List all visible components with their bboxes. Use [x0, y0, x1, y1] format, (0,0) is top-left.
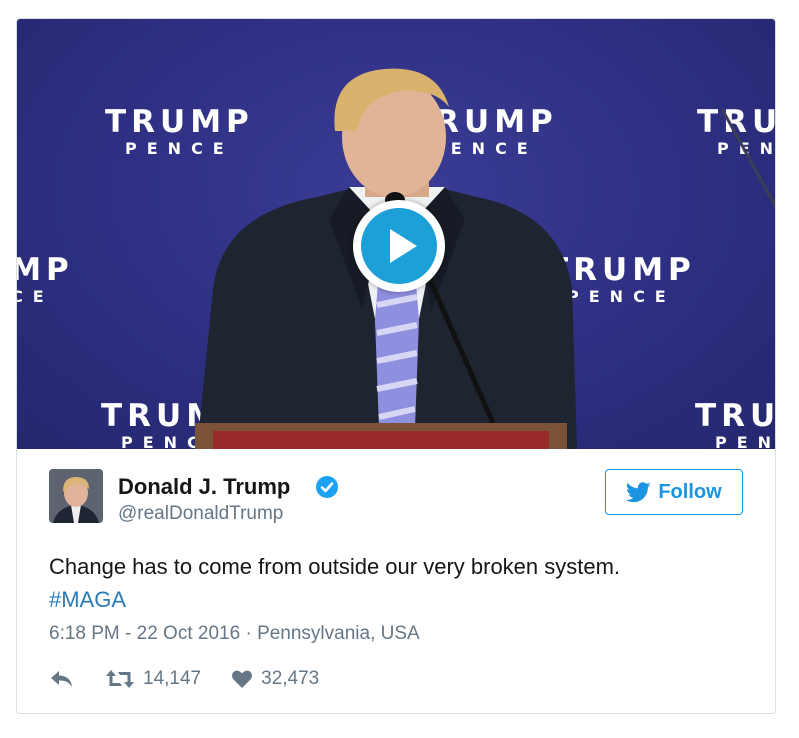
retweet-button[interactable]: 14,147: [105, 668, 201, 690]
like-button[interactable]: 32,473: [231, 668, 319, 690]
reply-button[interactable]: [49, 668, 75, 690]
video-player[interactable]: TRUMPPENCE TRUMPPENCE TRUMPPENCE TRUMPPE…: [17, 19, 775, 449]
timestamp-link[interactable]: 6:18 PM - 22 Oct 2016: [49, 623, 240, 644]
author-handle[interactable]: @realDonaldTrump: [118, 503, 283, 525]
follow-label: Follow: [658, 480, 722, 503]
verified-badge-icon: [316, 476, 338, 498]
retweet-icon: [106, 670, 134, 688]
tweet-body: Change has to come from outside our very…: [49, 554, 621, 579]
avatar[interactable]: [49, 469, 103, 523]
tweet-text: Change has to come from outside our very…: [49, 550, 749, 616]
location-link[interactable]: Pennsylvania, USA: [257, 623, 420, 644]
author-name[interactable]: Donald J. Trump: [118, 474, 290, 500]
reply-icon: [51, 671, 72, 687]
play-icon: [361, 208, 437, 284]
tweet-meta: 6:18 PM - 22 Oct 2016 · Pennsylvania, US…: [49, 623, 420, 645]
play-button[interactable]: [353, 200, 445, 292]
like-count: 32,473: [261, 668, 320, 689]
follow-button[interactable]: Follow: [605, 469, 743, 515]
twitter-bird-icon: [626, 481, 651, 502]
hashtag-link[interactable]: #MAGA: [49, 583, 749, 616]
retweet-count: 14,147: [143, 668, 202, 689]
heart-icon: [232, 670, 253, 688]
tweet-card: TRUMPPENCE TRUMPPENCE TRUMPPENCE TRUMPPE…: [16, 18, 776, 714]
meta-separator: ·: [240, 623, 258, 644]
tweet-actions: 14,147 32,473: [49, 664, 319, 694]
